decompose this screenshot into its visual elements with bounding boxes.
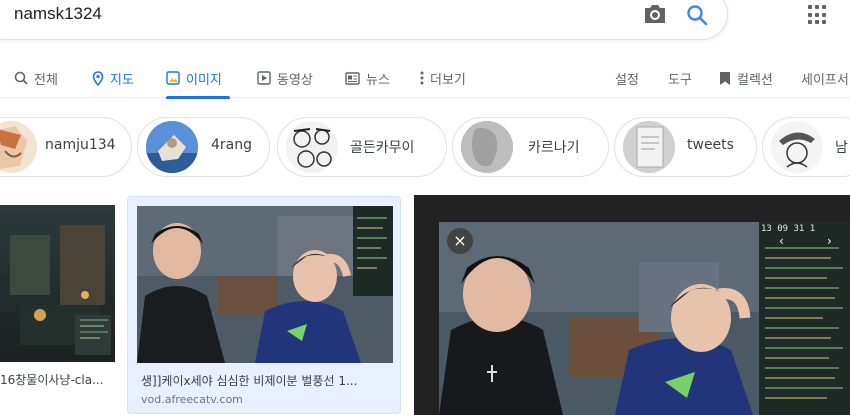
chip-thumbnail — [0, 121, 37, 173]
search-input[interactable]: namsk1324 — [14, 4, 102, 24]
overlay-numbers: 13 09 31 1 — [761, 224, 816, 234]
chip-thumbnail — [771, 121, 823, 173]
chip-golden-kamuy[interactable]: 골든카무이 — [277, 117, 447, 177]
preview-image[interactable]: 13 09 31 1 ‹ › — [439, 222, 850, 415]
chip-thumbnail — [146, 121, 198, 173]
result-thumbnail-stream — [137, 206, 393, 363]
camera-icon[interactable] — [643, 3, 667, 25]
tab-news[interactable]: 뉴스 — [345, 58, 390, 98]
chip-tweets[interactable]: tweets — [614, 117, 757, 177]
result-title: 생]]케이x세야 심심한 비제이분 벌풍선 1... — [141, 374, 358, 388]
close-icon[interactable]: × — [447, 228, 473, 254]
chip-more[interactable]: 남 — [762, 117, 850, 177]
image-icon — [166, 71, 180, 85]
map-pin-icon — [92, 70, 104, 86]
apps-grid-icon[interactable] — [808, 5, 828, 25]
tab-images[interactable]: 이미지 — [166, 58, 230, 99]
chip-thumbnail — [286, 121, 338, 173]
safesearch-link[interactable]: 세이프서 — [801, 58, 849, 98]
chip-carnage[interactable]: 카르나기 — [452, 117, 609, 177]
bookmark-icon — [720, 71, 730, 85]
search-icon — [14, 71, 28, 85]
tab-maps[interactable]: 지도 — [92, 58, 134, 98]
tab-videos[interactable]: 동영상 — [257, 58, 313, 98]
result-title[interactable]: 16창물이사냥-cla... — [0, 371, 104, 388]
more-vert-icon — [420, 71, 424, 85]
chip-thumbnail — [461, 121, 513, 173]
tools-link[interactable]: 도구 — [668, 58, 692, 98]
chevron-left-icon[interactable]: ‹ — [779, 234, 784, 248]
settings-link[interactable]: 설정 — [615, 58, 639, 98]
preview-panel: 13 09 31 1 ‹ › × — [414, 195, 850, 415]
search-icon[interactable] — [685, 3, 709, 27]
news-icon — [345, 71, 360, 85]
chevron-right-icon[interactable]: › — [827, 234, 832, 248]
search-bar[interactable] — [0, 0, 728, 40]
chip-namju134[interactable]: namju134 — [0, 117, 132, 177]
video-icon — [257, 71, 271, 85]
search-tabs: 전체 지도 이미지 동영상 뉴스 더보기 설정 도구 컬렉션 세이프서 — [0, 58, 850, 99]
chip-thumbnail — [623, 121, 675, 173]
tab-more[interactable]: 더보기 — [420, 58, 466, 98]
collection-link[interactable]: 컬렉션 — [719, 58, 773, 98]
chip-4rang[interactable]: 4rang — [137, 117, 270, 177]
result-card-selected[interactable]: 생]]케이x세야 심심한 비제이분 벌풍선 1... vod.afreecatv… — [127, 196, 401, 414]
tab-all[interactable]: 전체 — [14, 58, 58, 98]
result-source: vod.afreecatv.com — [141, 393, 243, 406]
result-thumbnail-game[interactable] — [0, 205, 115, 362]
